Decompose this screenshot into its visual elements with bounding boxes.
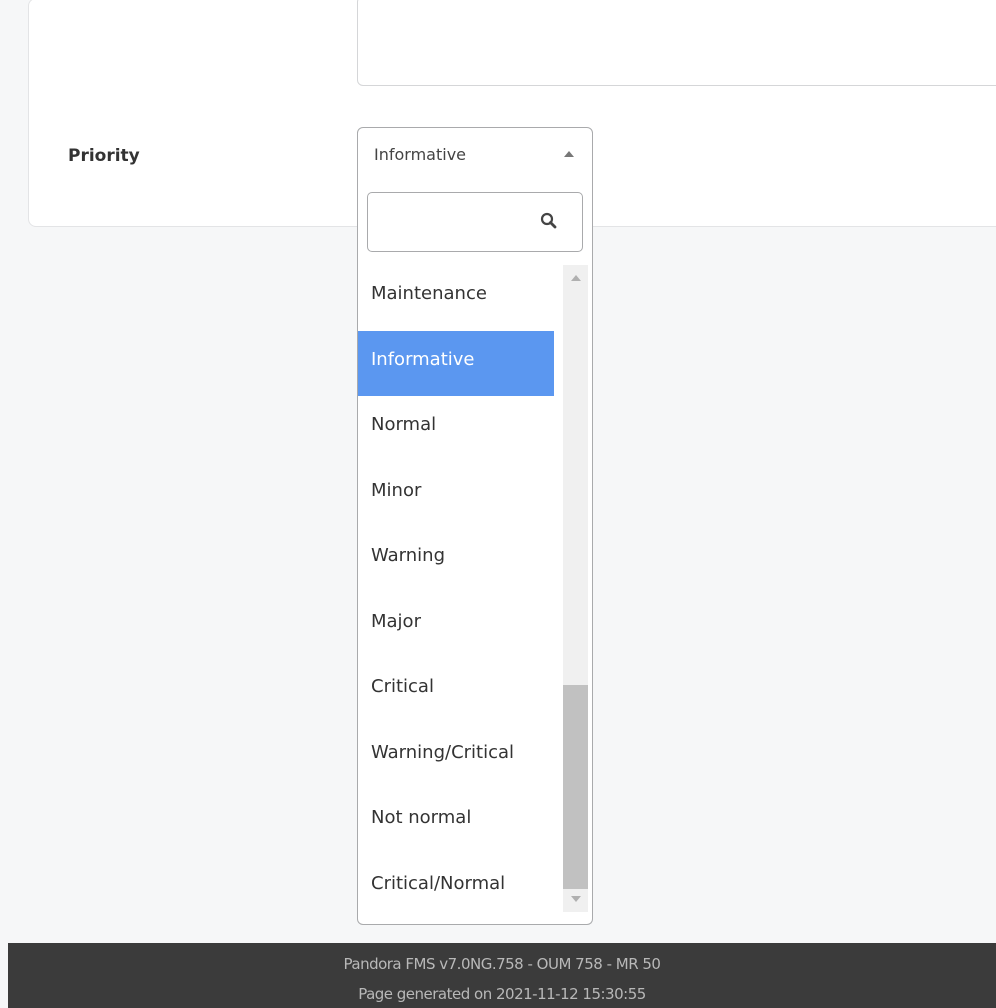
option-maintenance[interactable]: Maintenance: [358, 265, 554, 331]
priority-select[interactable]: Informative: [357, 127, 593, 182]
option-warning-critical[interactable]: Warning/Critical: [358, 724, 554, 790]
option-minor[interactable]: Minor: [358, 462, 554, 528]
option-major[interactable]: Major: [358, 593, 554, 659]
option-informative[interactable]: Informative: [358, 330, 554, 396]
footer-generated: Page generated on 2021-11-12 15:30:55: [358, 985, 646, 1003]
option-critical[interactable]: Critical: [358, 658, 554, 724]
search-icon: [540, 212, 557, 229]
option-warning[interactable]: Warning: [358, 527, 554, 593]
scrollbar-thumb[interactable]: [563, 685, 588, 889]
scroll-up-arrow-icon[interactable]: [571, 275, 581, 281]
dropdown-scrollbar[interactable]: [563, 265, 588, 912]
options-list: Maintenance Informative Normal Minor War…: [358, 265, 554, 920]
option-not-normal[interactable]: Not normal: [358, 789, 554, 855]
scroll-down-arrow-icon[interactable]: [571, 896, 581, 902]
description-textarea[interactable]: [357, 0, 996, 86]
priority-dropdown: Maintenance Informative Normal Minor War…: [357, 181, 593, 925]
dropdown-search-input[interactable]: [367, 192, 583, 252]
priority-label: Priority: [68, 146, 140, 166]
option-normal[interactable]: Normal: [358, 396, 554, 462]
caret-up-icon: [564, 151, 574, 157]
priority-select-value: Informative: [374, 145, 466, 164]
footer-version: Pandora FMS v7.0NG.758 - OUM 758 - MR 50: [343, 955, 661, 973]
page-footer: Pandora FMS v7.0NG.758 - OUM 758 - MR 50…: [8, 943, 996, 1008]
option-critical-normal[interactable]: Critical/Normal: [358, 855, 554, 921]
